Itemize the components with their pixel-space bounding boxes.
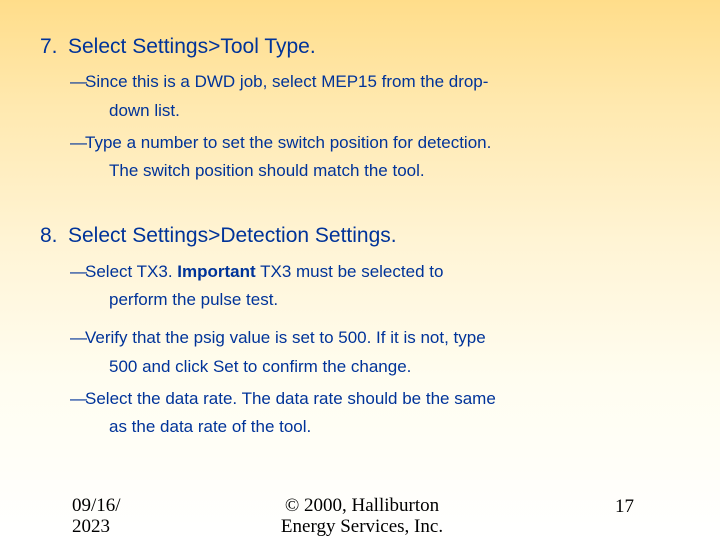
text-line: Energy Services, Inc. <box>281 516 443 537</box>
step-title-text: Select Settings>Detection Settings. <box>68 223 397 249</box>
footer-page-number: 17 <box>615 496 634 518</box>
step-7-items: — Since this is a DWD job, select MEP15 … <box>70 66 680 187</box>
step-8-items: — Select TX3. Important TX3 must be sele… <box>70 256 680 444</box>
footer-copyright: © 2000, Halliburton Energy Services, Inc… <box>232 496 492 538</box>
dash-icon: — <box>70 256 85 317</box>
text-line: down list. <box>85 95 590 127</box>
text-line: Select TX3. Important TX3 must be select… <box>85 262 443 281</box>
item-text: Select the data rate. The data rate shou… <box>85 383 590 444</box>
text-line: perform the pulse test. <box>85 284 590 316</box>
dash-icon: — <box>70 383 85 444</box>
list-item: — Since this is a DWD job, select MEP15 … <box>70 66 590 127</box>
item-text: Type a number to set the switch position… <box>85 127 590 188</box>
text-line: Since this is a DWD job, select MEP15 fr… <box>85 72 488 91</box>
list-item: — Select TX3. Important TX3 must be sele… <box>70 256 590 317</box>
item-text: Since this is a DWD job, select MEP15 fr… <box>85 66 590 127</box>
text-line: 09/16/ <box>72 495 121 516</box>
list-item: — Type a number to set the switch positi… <box>70 127 590 188</box>
step-number: 8. <box>40 223 68 249</box>
item-text: Verify that the psig value is set to 500… <box>85 322 590 383</box>
spacer <box>40 205 680 219</box>
step-7-title: 7. Select Settings>Tool Type. <box>40 34 680 60</box>
text-line: 2023 <box>72 516 110 537</box>
text-fragment: TX3 must be selected to <box>256 262 444 281</box>
step-8-title: 8. Select Settings>Detection Settings. <box>40 223 680 249</box>
step-title-text: Select Settings>Tool Type. <box>68 34 316 60</box>
footer-date: 09/16/ 2023 <box>72 496 162 538</box>
text-line: as the data rate of the tool. <box>85 411 590 443</box>
list-item: — Select the data rate. The data rate sh… <box>70 383 590 444</box>
footer: 09/16/ 2023 © 2000, Halliburton Energy S… <box>0 496 720 540</box>
slide: 7. Select Settings>Tool Type. — Since th… <box>0 0 720 540</box>
item-text: Select TX3. Important TX3 must be select… <box>85 256 590 317</box>
text-line: Select the data rate. The data rate shou… <box>85 389 496 408</box>
text-line: The switch position should match the too… <box>85 155 590 187</box>
text-bold: Important <box>177 262 255 281</box>
step-number: 7. <box>40 34 68 60</box>
dash-icon: — <box>70 322 85 383</box>
text-line: 500 and click Set to confirm the change. <box>85 351 590 383</box>
text-fragment: Select TX3. <box>85 262 177 281</box>
dash-icon: — <box>70 127 85 188</box>
dash-icon: — <box>70 66 85 127</box>
text-line: © 2000, Halliburton <box>285 495 439 516</box>
list-item: — Verify that the psig value is set to 5… <box>70 322 590 383</box>
text-line: Verify that the psig value is set to 500… <box>85 328 486 347</box>
text-line: Type a number to set the switch position… <box>85 133 491 152</box>
